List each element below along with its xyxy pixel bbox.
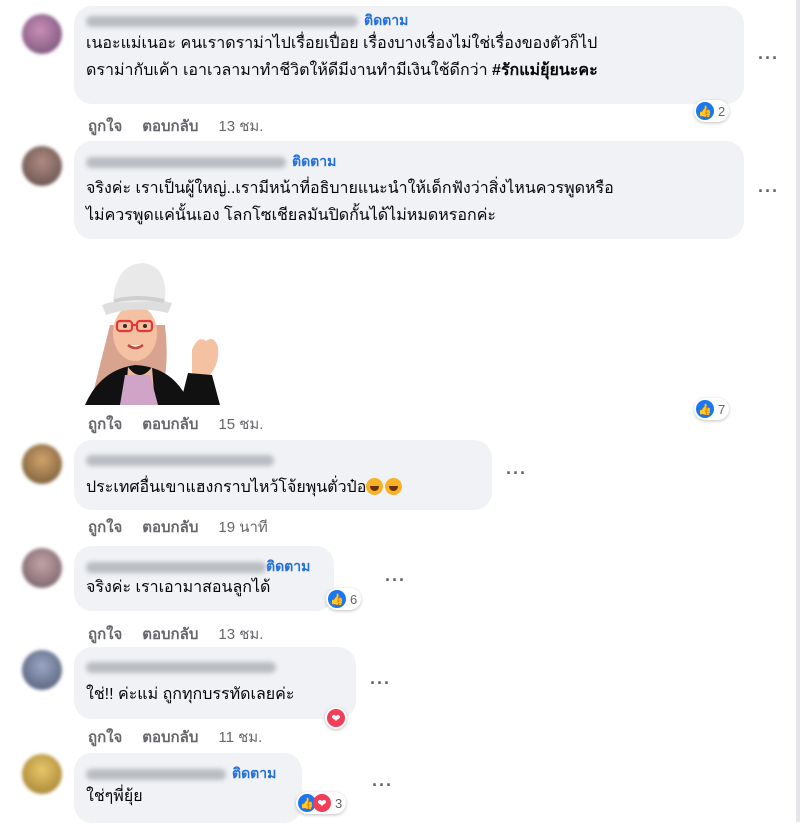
comment-text: ประเทศอื่นเขาแฮงกราบไหว้โจ้ยพุนตั่วป๋อ: [86, 474, 480, 501]
commenter-name[interactable]: [86, 156, 286, 168]
comment-actions: ถูกใจ ตอบกลับ 11 ชม.: [88, 725, 282, 749]
sticker-image: [80, 255, 230, 405]
comment-text: จริงค่ะ เราเป็นผู้ใหญ่..เรามีหน้าที่อธิบ…: [86, 180, 614, 224]
commenter-name[interactable]: [86, 15, 358, 27]
reply-link[interactable]: ตอบกลับ: [142, 118, 198, 135]
comment-bubble: ประเทศอื่นเขาแฮงกราบไหว้โจ้ยพุนตั่วป๋อ: [74, 440, 492, 510]
comment-bubble: ใช่!! ค่ะแม่ ถูกทุกบรรทัดเลยค่ะ: [74, 647, 356, 719]
comment-text: เนอะแม่เนอะ คนเราดราม่าไปเรื่อยเปื่อย เร…: [86, 35, 598, 79]
reply-link[interactable]: ตอบกลับ: [142, 416, 198, 433]
like-link[interactable]: ถูกใจ: [88, 416, 122, 433]
follow-button[interactable]: ติดตาม: [292, 153, 336, 169]
more-options-icon[interactable]: ···: [506, 463, 527, 484]
like-icon: 👍: [696, 102, 714, 120]
avatar[interactable]: [22, 146, 62, 186]
reply-link[interactable]: ตอบกลับ: [142, 626, 198, 643]
reply-link[interactable]: ตอบกลับ: [142, 729, 198, 746]
timestamp[interactable]: 11 ชม.: [218, 729, 262, 746]
like-link[interactable]: ถูกใจ: [88, 729, 122, 746]
comment-actions: ถูกใจ ตอบกลับ 13 ชม.: [88, 114, 283, 138]
like-link[interactable]: ถูกใจ: [88, 519, 122, 536]
timestamp[interactable]: 19 นาที: [218, 519, 267, 536]
comment-text: จริงค่ะ เราเอามาสอนลูกได้: [86, 579, 271, 596]
comment-text: ใช่!! ค่ะแม่ ถูกทุกบรรทัดเลยค่ะ: [86, 686, 295, 703]
reaction-badge[interactable]: 👍 6: [326, 588, 362, 610]
laughing-emoji-icon: [385, 478, 403, 495]
like-icon: 👍: [328, 590, 346, 608]
commenter-name[interactable]: [86, 561, 266, 573]
comment-bubble: ติดตาม จริงค่ะ เราเป็นผู้ใหญ่..เรามีหน้า…: [74, 141, 744, 239]
more-options-icon[interactable]: ···: [370, 673, 391, 694]
follow-button[interactable]: ติดตาม: [266, 558, 310, 574]
like-link[interactable]: ถูกใจ: [88, 118, 122, 135]
hashtag-link[interactable]: #รักแม่ยุ้ยนะคะ: [492, 62, 598, 79]
more-options-icon[interactable]: ···: [372, 775, 393, 796]
commenter-name[interactable]: [86, 455, 274, 467]
reaction-badge[interactable]: 👍 ❤ 3: [296, 792, 347, 814]
comment-actions: ถูกใจ ตอบกลับ 13 ชม.: [88, 622, 283, 646]
avatar[interactable]: [22, 650, 62, 690]
more-options-icon[interactable]: ···: [385, 570, 406, 591]
follow-button[interactable]: ติดตาม: [364, 12, 408, 28]
comment-bubble: ติดตาม จริงค่ะ เราเอามาสอนลูกได้: [74, 546, 334, 611]
love-icon: ❤: [327, 709, 345, 727]
comment-actions: ถูกใจ ตอบกลับ 15 ชม.: [88, 412, 283, 436]
timestamp[interactable]: 15 ชม.: [218, 416, 263, 433]
commenter-name[interactable]: [86, 768, 226, 780]
commenter-name[interactable]: [86, 662, 276, 674]
more-options-icon[interactable]: ···: [758, 48, 779, 69]
timestamp[interactable]: 13 ชม.: [218, 118, 263, 135]
follow-button[interactable]: ติดตาม: [232, 765, 276, 781]
reaction-badge[interactable]: 👍 7: [694, 398, 730, 420]
reaction-badge[interactable]: 👍 2: [694, 100, 730, 122]
laughing-emoji-icon: [366, 478, 384, 495]
comment-text: ใช่ๆพี่ยุ้ย: [86, 788, 143, 805]
avatar[interactable]: [22, 14, 62, 54]
avatar[interactable]: [22, 548, 62, 588]
comment-actions: ถูกใจ ตอบกลับ 19 นาที: [88, 515, 288, 539]
reaction-badge[interactable]: ❤: [325, 707, 347, 729]
scrollbar-track[interactable]: [796, 0, 800, 822]
comment-bubble: ติดตาม ใช่ๆพี่ยุ้ย: [74, 753, 302, 823]
timestamp[interactable]: 13 ชม.: [218, 626, 263, 643]
more-options-icon[interactable]: ···: [758, 181, 779, 202]
avatar[interactable]: [22, 754, 62, 794]
comment-bubble: ติดตาม เนอะแม่เนอะ คนเราดราม่าไปเรื่อยเป…: [74, 6, 744, 104]
like-link[interactable]: ถูกใจ: [88, 626, 122, 643]
reply-link[interactable]: ตอบกลับ: [142, 519, 198, 536]
like-icon: 👍: [696, 400, 714, 418]
love-icon: ❤: [313, 794, 331, 812]
avatar[interactable]: [22, 444, 62, 484]
